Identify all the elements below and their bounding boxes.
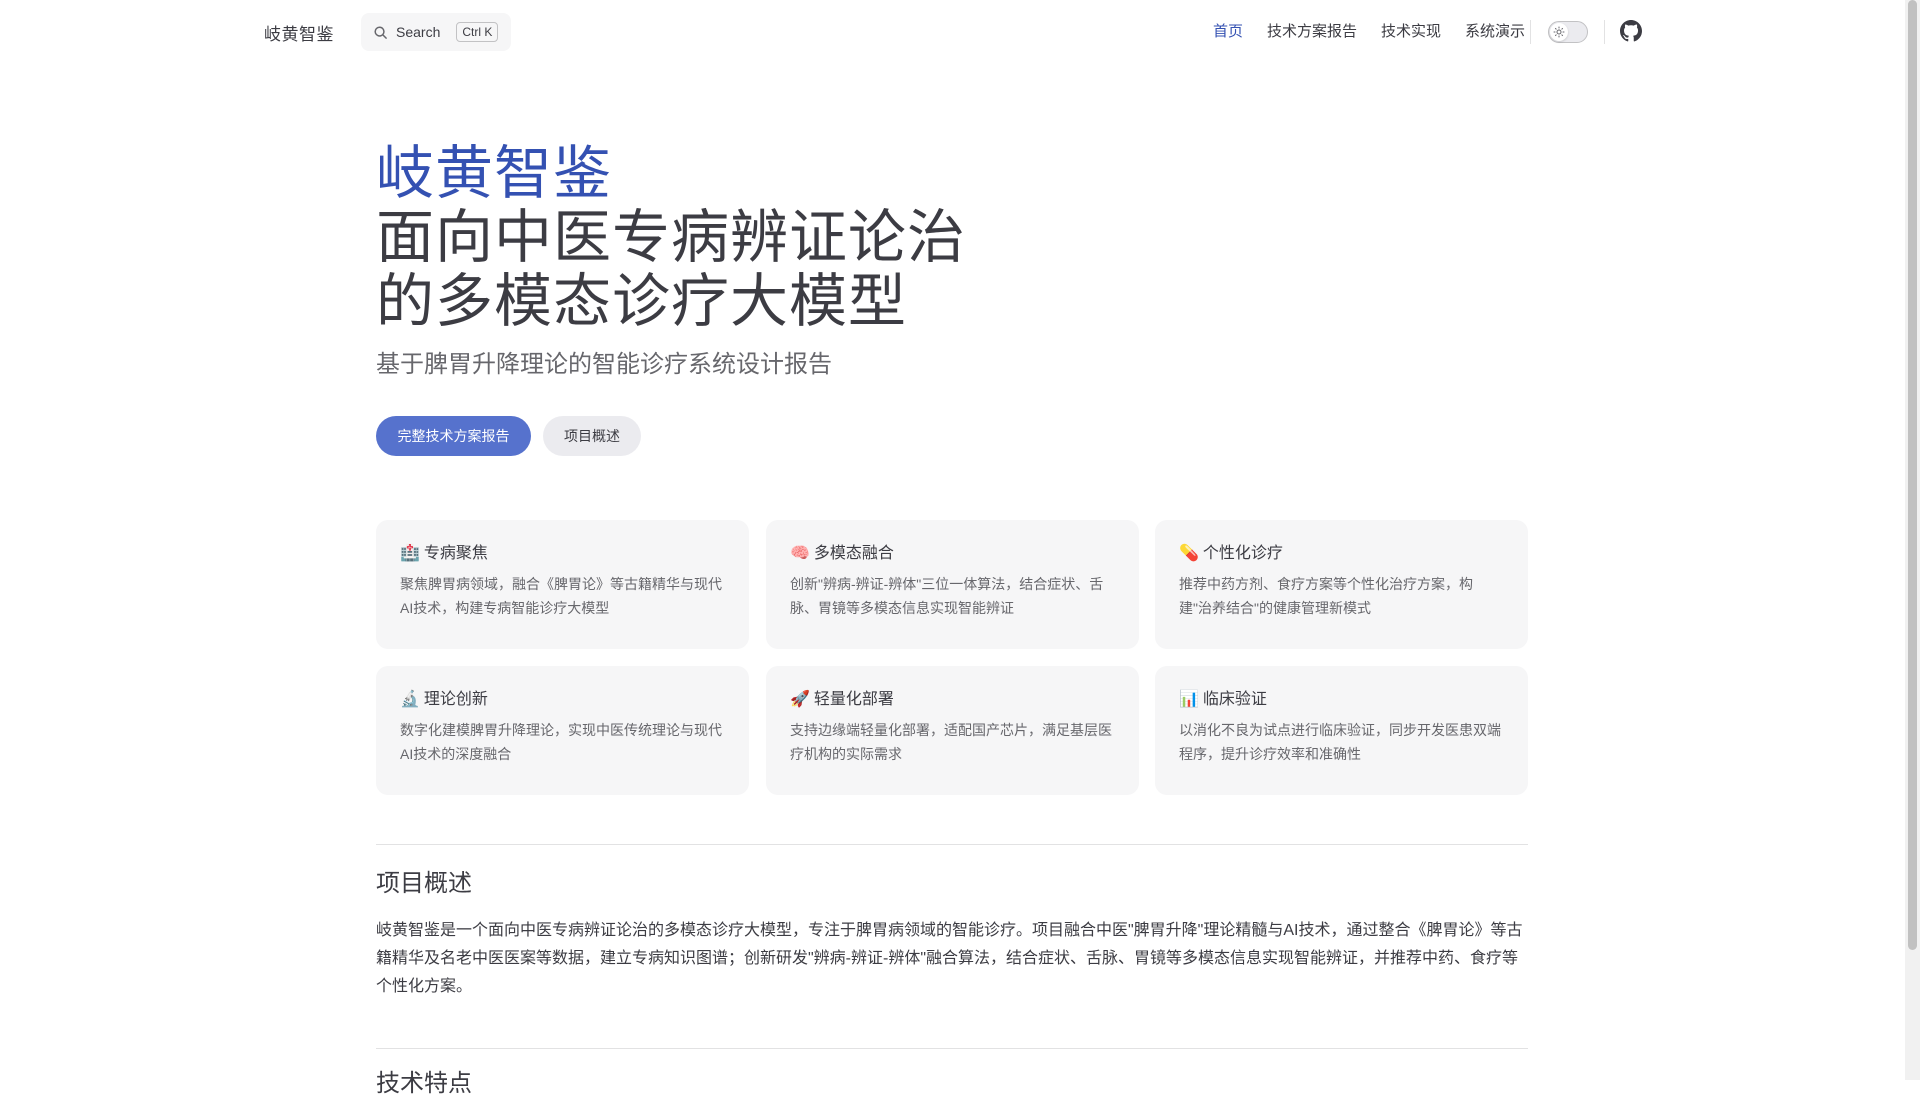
search-icon (374, 25, 387, 39)
nav-link-report[interactable]: 技术方案报告 (1267, 20, 1357, 41)
search-label: Search (396, 24, 441, 40)
hero-tagline: 基于脾胃升降理论的智能诊疗系统设计报告 (376, 351, 832, 378)
feature-title-text: 专病聚焦 (423, 545, 488, 562)
feature-details: 聚焦脾胃病领域，融合《脾胃论》等古籍精华与现代AI技术，构建专病智能诊疗大模型 (400, 576, 722, 616)
feature-details: 创新"辨病-辨证-辨体"三位一体算法，结合症状、舌脉、胃镜等多模态信息实现智能辨… (790, 576, 1104, 616)
search-button[interactable]: Search Ctrl K (361, 13, 511, 51)
tech-features-heading: 技术特点 (376, 1070, 472, 1097)
top-navbar: 岐黄智鉴 Search Ctrl K 首页 技术方案报告 技术实现 系统演示 (0, 0, 1905, 64)
hero-text: 面向中医专病辨证论治的多模态诊疗大模型 (376, 205, 967, 334)
theme-toggle[interactable] (1548, 21, 1588, 43)
nav-links: 首页 技术方案报告 技术实现 系统演示 (1213, 20, 1525, 41)
sun-icon (1553, 26, 1565, 38)
hospital-icon: 🏥 (400, 545, 420, 562)
feature-details: 数字化建模脾胃升降理论，实现中医传统理论与现代AI技术的深度融合 (400, 722, 722, 762)
overview-paragraph: 岐黄智鉴是一个面向中医专病辨证论治的多模态诊疗大模型，专注于脾胃病领域的智能诊疗… (376, 922, 1523, 995)
feature-card: 💊 个性化诊疗 推荐中药方剂、食疗方案等个性化治疗方案，构建"治养结合"的健康管理… (1155, 520, 1528, 649)
feature-title: 🧠 多模态融合 (790, 542, 1115, 566)
nav-link-home[interactable]: 首页 (1213, 20, 1243, 41)
feature-title-text: 临床验证 (1202, 691, 1267, 708)
bar-chart-icon: 📊 (1179, 691, 1199, 708)
search-shortcut: Ctrl K (456, 22, 499, 42)
feature-details: 支持边缘端轻量化部署，适配国产芯片，满足基层医疗机构的实际需求 (790, 722, 1112, 762)
github-icon[interactable] (1620, 20, 1642, 42)
feature-card: 🔬 理论创新 数字化建模脾胃升降理论，实现中医传统理论与现代AI技术的深度融合 (376, 666, 749, 795)
nav-link-implementation[interactable]: 技术实现 (1381, 20, 1441, 41)
rocket-icon: 🚀 (790, 691, 810, 708)
feature-title-text: 轻量化部署 (813, 691, 894, 708)
overview-heading: 项目概述 (376, 870, 472, 897)
feature-title: 💊 个性化诊疗 (1179, 542, 1504, 566)
feature-card: 🚀 轻量化部署 支持边缘端轻量化部署，适配国产芯片，满足基层医疗机构的实际需求 (766, 666, 1139, 795)
feature-title: 📊 临床验证 (1179, 688, 1504, 712)
nav-link-demo[interactable]: 系统演示 (1465, 20, 1525, 41)
brain-icon: 🧠 (790, 545, 810, 562)
pill-icon: 💊 (1179, 545, 1199, 562)
nav-divider (1604, 20, 1605, 44)
feature-title: 🔬 理论创新 (400, 688, 725, 712)
feature-details: 推荐中药方剂、食疗方案等个性化治疗方案，构建"治养结合"的健康管理新模式 (1179, 576, 1473, 616)
feature-details: 以消化不良为试点进行临床验证，同步开发医患双端程序，提升诊疗效率和准确性 (1179, 722, 1501, 762)
feature-title-text: 多模态融合 (813, 545, 894, 562)
scrollbar-thumb[interactable] (1908, 0, 1917, 950)
section-divider (376, 844, 1528, 845)
feature-title-text: 理论创新 (423, 691, 488, 708)
feature-card: 🧠 多模态融合 创新"辨病-辨证-辨体"三位一体算法，结合症状、舌脉、胃镜等多模态… (766, 520, 1139, 649)
feature-title: 🏥 专病聚焦 (400, 542, 725, 566)
overview-button[interactable]: 项目概述 (543, 416, 641, 456)
nav-divider (1530, 20, 1531, 44)
feature-title: 🚀 轻量化部署 (790, 688, 1115, 712)
site-title[interactable]: 岐黄智鉴 (264, 20, 334, 45)
section-divider (376, 1048, 1528, 1049)
toggle-knob (1550, 23, 1568, 41)
feature-card: 🏥 专病聚焦 聚焦脾胃病领域，融合《脾胃论》等古籍精华与现代AI技术，构建专病智能… (376, 520, 749, 649)
feature-card: 📊 临床验证 以消化不良为试点进行临床验证，同步开发医患双端程序，提升诊疗效率和准… (1155, 666, 1528, 795)
feature-title-text: 个性化诊疗 (1202, 545, 1283, 562)
hero-name: 岐黄智鉴 (376, 141, 613, 206)
full-report-button[interactable]: 完整技术方案报告 (376, 416, 531, 456)
microscope-icon: 🔬 (400, 691, 420, 708)
